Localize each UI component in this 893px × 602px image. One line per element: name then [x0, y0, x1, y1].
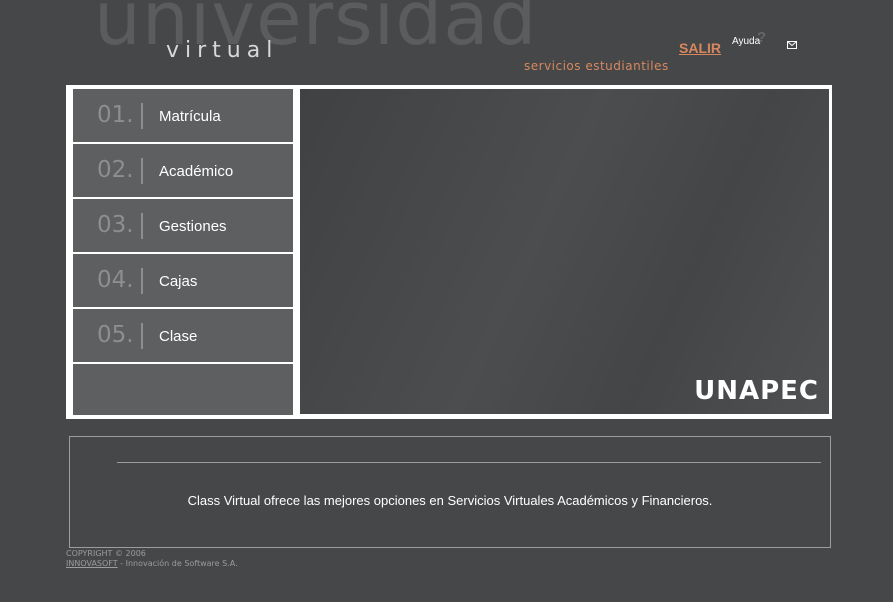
- menu-item-divider: [141, 158, 143, 184]
- menu-item-label: Académico: [159, 163, 234, 180]
- page-header: universidad virtual servicios estudianti…: [0, 0, 893, 85]
- menu-item-number: 03.: [97, 212, 134, 238]
- menu-item-number: 02.: [97, 157, 134, 183]
- footer: COPYRIGHT © 2006 INNOVASOFT - Innovación…: [66, 549, 238, 569]
- company-line: INNOVASOFT - Innovación de Software S.A.: [66, 559, 238, 569]
- menu-item-label: Gestiones: [159, 218, 227, 235]
- menu-item-gestiones[interactable]: 03. Gestiones: [73, 199, 293, 252]
- menu-item-number: 04.: [97, 267, 134, 293]
- menu-item-matricula[interactable]: 01. Matrícula: [73, 89, 293, 142]
- menu-item-academico[interactable]: 02. Académico: [73, 144, 293, 197]
- brand-virtual: virtual: [166, 38, 279, 63]
- unapec-logo: UNAPEC: [694, 376, 819, 406]
- company-suffix: - Innovación de Software S.A.: [117, 559, 238, 568]
- menu-item-clase[interactable]: 05. Clase: [73, 309, 293, 362]
- menu-item-cajas[interactable]: 04. Cajas: [73, 254, 293, 307]
- info-box: Class Virtual ofrece las mejores opcione…: [69, 436, 831, 548]
- menu-item-divider: [141, 103, 143, 129]
- copyright-text: COPYRIGHT © 2006: [66, 549, 146, 558]
- menu-item-divider: [141, 268, 143, 294]
- menu-item-label: Matrícula: [159, 108, 221, 125]
- menu-empty-slot: [73, 364, 293, 415]
- main-menu: 01. Matrícula 02. Académico 03. Gestione…: [73, 89, 293, 415]
- logout-link[interactable]: SALIR: [679, 40, 721, 56]
- menu-item-number: 01.: [97, 102, 134, 128]
- menu-item-label: Clase: [159, 328, 198, 345]
- help-link[interactable]: Ayuda: [732, 36, 760, 47]
- info-text: Class Virtual ofrece las mejores opcione…: [187, 493, 713, 508]
- brand-universidad: universidad: [94, 0, 538, 62]
- menu-item-divider: [141, 213, 143, 239]
- hero-panel: UNAPEC: [300, 89, 829, 414]
- mail-icon[interactable]: [787, 41, 797, 49]
- divider: [117, 462, 821, 463]
- menu-item-number: 05.: [97, 322, 134, 348]
- company-link[interactable]: INNOVASOFT: [66, 559, 118, 568]
- brand-subtitle: servicios estudiantiles: [524, 59, 669, 73]
- menu-item-divider: [141, 323, 143, 349]
- menu-item-label: Cajas: [159, 273, 198, 290]
